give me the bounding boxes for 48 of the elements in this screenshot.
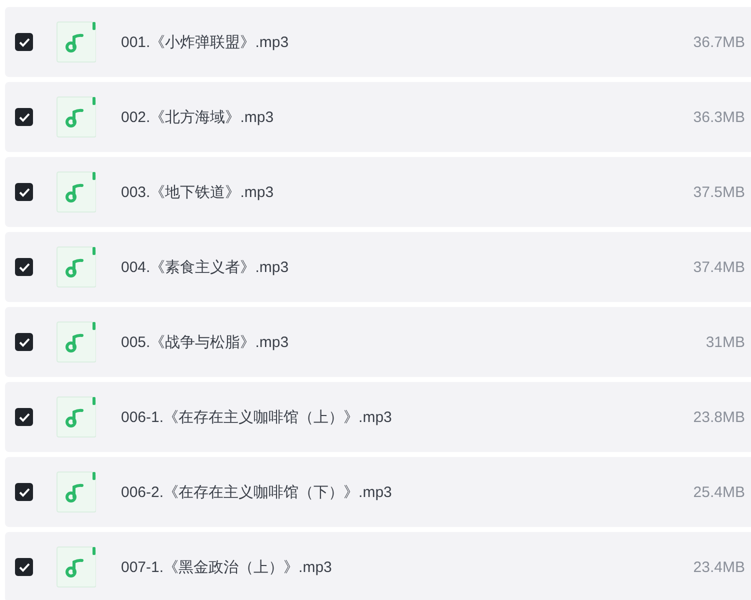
checkbox[interactable] xyxy=(15,483,33,501)
file-name: 002.《北方海域》.mp3 xyxy=(121,108,275,126)
check-icon xyxy=(18,188,30,196)
music-file-icon xyxy=(56,546,96,588)
file-name: 005.《战争与松脂》.mp3 xyxy=(121,332,290,352)
checkbox[interactable] xyxy=(15,333,33,351)
file-size: 36.7MB xyxy=(693,34,745,50)
checkbox[interactable] xyxy=(15,258,33,276)
check-icon xyxy=(18,338,30,346)
file-name: 006-1.《在存在主义咖啡馆（上）》.mp3 xyxy=(121,408,393,426)
music-file-icon xyxy=(56,171,96,213)
check-icon xyxy=(18,262,30,272)
file-size: 23.8MB xyxy=(693,408,745,426)
check-icon xyxy=(18,412,30,422)
file-row[interactable]: 004.《素食主义者》.mp3 37.4MB xyxy=(5,232,751,302)
file-row[interactable]: 001.《小炸弹联盟》.mp3 36.7MB xyxy=(5,7,751,77)
checkbox[interactable] xyxy=(15,408,33,426)
checkbox[interactable] xyxy=(15,108,33,126)
file-row[interactable]: 005.《战争与松脂》.mp3 31MB xyxy=(5,307,751,377)
file-name: 001.《小炸弹联盟》.mp3 xyxy=(121,32,290,52)
file-name: 004.《素食主义者》.mp3 xyxy=(121,258,290,276)
music-file-icon xyxy=(56,246,96,288)
checkbox[interactable] xyxy=(15,558,33,576)
checkbox[interactable] xyxy=(15,33,33,51)
file-name: 003.《地下铁道》.mp3 xyxy=(121,182,275,202)
file-size: 31MB xyxy=(706,334,745,350)
music-file-icon xyxy=(56,321,96,363)
file-row[interactable]: 006-2.《在存在主义咖啡馆（下）》.mp3 25.4MB xyxy=(5,457,751,527)
music-file-icon xyxy=(56,96,96,138)
file-row[interactable]: 002.《北方海域》.mp3 36.3MB xyxy=(5,82,751,152)
music-file-icon xyxy=(56,471,96,513)
check-icon xyxy=(18,488,30,496)
music-file-icon xyxy=(56,396,96,438)
file-size: 23.4MB xyxy=(693,558,745,576)
music-file-icon xyxy=(56,21,96,63)
file-size: 25.4MB xyxy=(693,484,745,500)
file-row[interactable]: 006-1.《在存在主义咖啡馆（上）》.mp3 23.8MB xyxy=(5,382,751,452)
file-size: 36.3MB xyxy=(693,108,745,126)
check-icon xyxy=(18,562,30,572)
file-row[interactable]: 007-1.《黑金政治（上）》.mp3 23.4MB xyxy=(5,532,751,600)
file-size: 37.4MB xyxy=(693,258,745,276)
file-name: 007-1.《黑金政治（上）》.mp3 xyxy=(121,558,333,576)
checkbox[interactable] xyxy=(15,183,33,201)
check-icon xyxy=(18,38,30,46)
check-icon xyxy=(18,112,30,122)
file-row[interactable]: 003.《地下铁道》.mp3 37.5MB xyxy=(5,157,751,227)
file-size: 37.5MB xyxy=(693,184,745,200)
file-name: 006-2.《在存在主义咖啡馆（下）》.mp3 xyxy=(121,482,393,502)
